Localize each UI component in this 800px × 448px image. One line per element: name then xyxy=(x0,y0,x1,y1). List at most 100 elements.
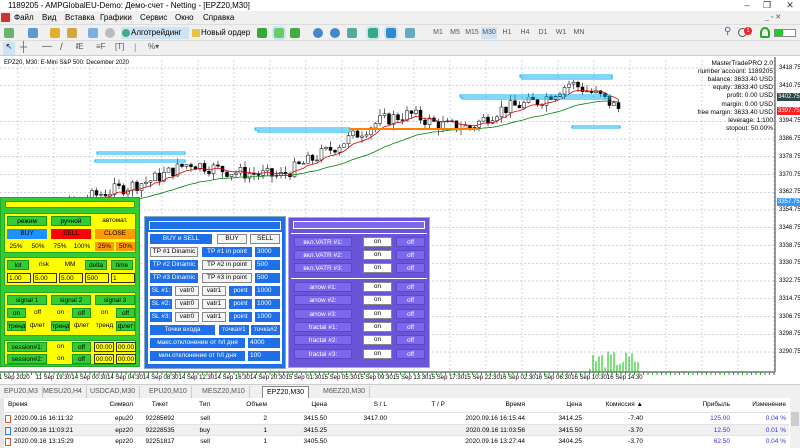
menu-tools[interactable]: Сервис xyxy=(140,11,167,24)
timeframe-m30[interactable]: M30 xyxy=(481,27,497,39)
vertical-line-icon[interactable]: | xyxy=(134,42,136,52)
zoom-out-icon[interactable] xyxy=(330,28,340,38)
line-chart-icon[interactable] xyxy=(290,28,300,38)
tp1-point-button[interactable]: TP #1 in point xyxy=(202,247,252,257)
table-row[interactable]: 2020.09.16 13:15:29 epz20 92251817 sell 1 340… xyxy=(4,435,789,446)
timeframe-m15[interactable]: M15 xyxy=(464,27,480,39)
header-ticket[interactable]: Тикет xyxy=(140,400,180,410)
entry-point-1-button[interactable]: точка#1 xyxy=(219,325,249,335)
indicator-on-button-vatr1[interactable]: on xyxy=(363,237,392,247)
indicator-off-button-vatr1[interactable]: off xyxy=(396,237,425,247)
delta-input[interactable]: 500 xyxy=(85,273,109,283)
session-2-off-button[interactable]: off xyxy=(72,354,91,364)
sell-button[interactable]: SELL xyxy=(51,229,91,239)
sl2-vatr0-button[interactable]: vatr0 xyxy=(175,299,199,309)
time-input[interactable]: 1 xyxy=(111,273,135,283)
signal-1-off-button[interactable]: off xyxy=(28,308,47,318)
sl2-point-button[interactable]: point xyxy=(229,299,252,309)
close-button[interactable]: ✕ xyxy=(783,0,797,11)
sl3-value-input[interactable]: 1000 xyxy=(255,312,280,322)
signal-2-off-button[interactable]: off xyxy=(72,308,91,318)
indicator-off-button-fractal2[interactable]: off xyxy=(396,335,425,346)
indicator-on-button-vatr3[interactable]: on xyxy=(363,263,392,273)
shapes-dropdown-icon[interactable]: %▾ xyxy=(148,42,159,51)
timeframe-h4[interactable]: H4 xyxy=(517,27,533,39)
account-icon[interactable] xyxy=(88,28,98,38)
sell-only-button[interactable]: SELL xyxy=(250,234,280,244)
percent-50-button[interactable]: 50% xyxy=(29,242,47,251)
mm-input[interactable]: 5.00 xyxy=(59,273,83,283)
sl2-vatr1-button[interactable]: vatr1 xyxy=(202,299,226,309)
session-1-from-input[interactable]: 00:00 xyxy=(94,342,114,352)
max-deviation-input[interactable]: 4000 xyxy=(248,338,280,348)
candlestick-icon[interactable] xyxy=(272,26,286,40)
trendline-icon[interactable]: / xyxy=(60,42,63,53)
buy-only-button[interactable]: BUY xyxy=(217,234,247,244)
percent-25-button[interactable]: 25% xyxy=(7,242,25,251)
tab-epu20-m10[interactable]: EPU20,M10 xyxy=(145,386,192,398)
close-button-panel[interactable]: CLOSE xyxy=(95,229,135,239)
fibonacci-icon[interactable]: ≡F xyxy=(96,42,106,51)
tp2-point-button[interactable]: TP #2 in point xyxy=(202,260,252,270)
indicator-on-button-fractal2[interactable]: on xyxy=(363,335,392,346)
table-row[interactable]: 2020.09.16 11:03:21 epz20 92228535 buy 1 3415… xyxy=(4,423,789,435)
indicator-off-button-arrow3[interactable]: off xyxy=(396,308,425,319)
sl3-vatr1-button[interactable]: vatr1 xyxy=(202,312,226,322)
timeframe-h1[interactable]: H1 xyxy=(499,27,515,39)
indicator-on-button-arrow2[interactable]: on xyxy=(363,295,392,306)
percent-75-button[interactable]: 75% xyxy=(51,242,69,251)
header-close-price[interactable]: Цена xyxy=(530,400,582,410)
indicator-on-button-fractal1[interactable]: on xyxy=(363,321,392,332)
sl1-point-button[interactable]: point xyxy=(229,286,252,296)
profiles-icon[interactable] xyxy=(28,28,38,38)
entry-point-2-button[interactable]: точка#2 xyxy=(251,325,280,335)
signal-3-trend-button[interactable]: тренд xyxy=(95,321,114,331)
header-sl[interactable]: S / L xyxy=(330,400,387,410)
tab-mesz20-m10[interactable]: MESZ20,M10 xyxy=(198,386,250,398)
close-25-button[interactable]: 25% xyxy=(95,242,114,251)
search-icon[interactable]: ⚲ xyxy=(724,26,731,37)
signal-2-on-button[interactable]: on xyxy=(51,308,70,318)
indicator-off-button-fractal1[interactable]: off xyxy=(396,321,425,332)
menu-charts[interactable]: Графики xyxy=(100,11,132,24)
lot-input[interactable]: 1.00 xyxy=(7,273,31,283)
header-volume[interactable]: Объем xyxy=(220,400,267,410)
percent-100-button[interactable]: 100% xyxy=(72,242,92,251)
sl3-point-button[interactable]: point xyxy=(229,312,252,322)
header-commission[interactable]: Комиссия ▲ xyxy=(585,400,643,410)
tp3-value-input[interactable]: 500 xyxy=(255,273,280,283)
session-1-off-button[interactable]: off xyxy=(72,342,91,352)
menu-window[interactable]: Окно xyxy=(175,11,194,24)
text-icon[interactable]: [T] xyxy=(115,42,124,51)
indicator-off-button-vatr2[interactable]: off xyxy=(396,250,425,260)
scrollbar-thumb[interactable] xyxy=(791,412,799,426)
header-price[interactable]: Цена xyxy=(270,400,327,410)
algotrading-button[interactable]: Алготрейдинг xyxy=(121,27,189,39)
signal-2-trend-button[interactable]: тренд xyxy=(51,321,70,331)
tp1-dynamic-button[interactable]: TP #1 Dinamic xyxy=(150,247,198,257)
indicator-on-button-vatr2[interactable]: on xyxy=(363,250,392,260)
buy-button[interactable]: BUY xyxy=(7,229,47,239)
timeframe-w1[interactable]: W1 xyxy=(553,27,569,39)
indicator-on-button-arrow1[interactable]: on xyxy=(363,282,392,292)
header-time[interactable]: Время xyxy=(8,400,88,410)
chart-shift-icon[interactable] xyxy=(384,26,398,40)
elliott-icon[interactable]: ᵮE xyxy=(76,42,84,51)
header-change[interactable]: Изменение xyxy=(735,400,786,410)
templates-icon[interactable] xyxy=(405,28,415,38)
header-type[interactable]: Тип xyxy=(180,400,210,410)
sl1-vatr0-button[interactable]: vatr0 xyxy=(175,286,199,296)
horizontal-line-icon[interactable]: — xyxy=(42,41,52,52)
sl2-value-input[interactable]: 1000 xyxy=(255,299,280,309)
minimize-button[interactable]: – xyxy=(740,0,754,11)
menu-insert[interactable]: Вставка xyxy=(65,11,95,24)
session-2-on-button[interactable]: on xyxy=(51,354,70,364)
tab-m6ez20-m30[interactable]: M6EZ20,M30 xyxy=(319,386,371,398)
header-profit[interactable]: Прибыль xyxy=(650,400,731,410)
signal-1-trend-button[interactable]: тренд xyxy=(7,321,26,331)
header-tp[interactable]: T / P xyxy=(390,400,445,410)
session-2-from-input[interactable]: 00:00 xyxy=(94,354,114,364)
menu-file[interactable]: Файл xyxy=(14,11,34,24)
tp3-point-button[interactable]: TP #3 in point xyxy=(202,273,252,283)
timeframe-d1[interactable]: D1 xyxy=(535,27,551,39)
